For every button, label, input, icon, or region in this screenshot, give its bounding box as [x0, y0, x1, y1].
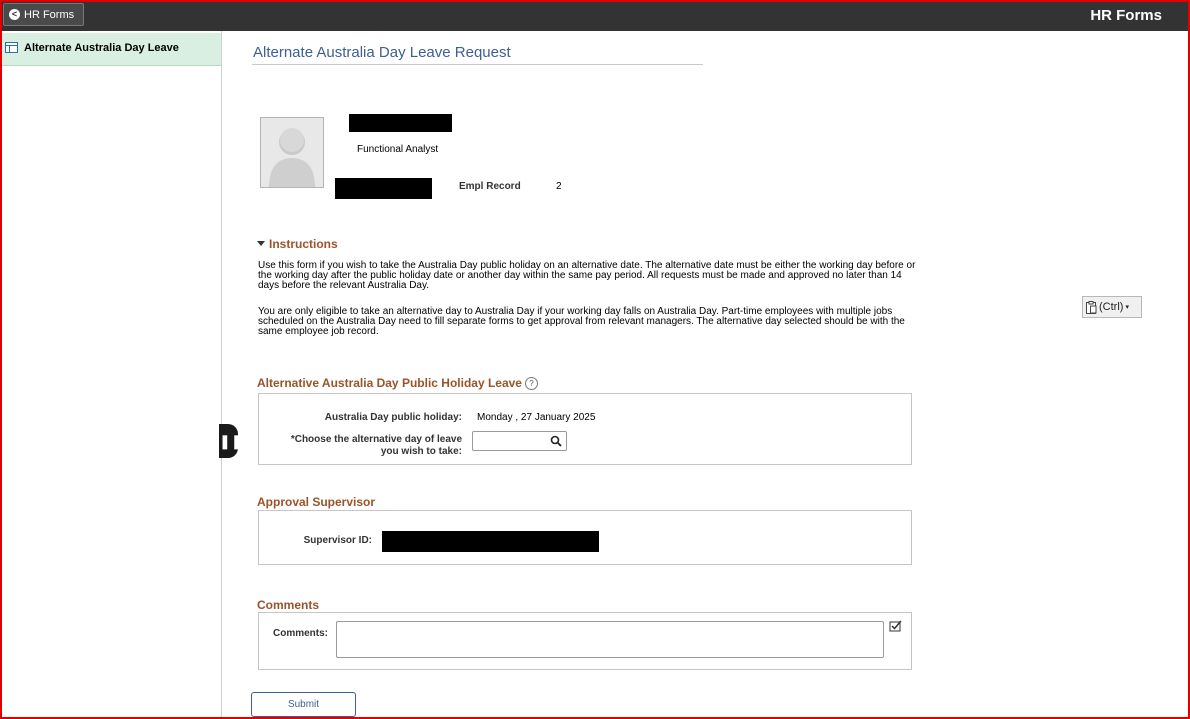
supervisor-id-redacted [382, 531, 599, 552]
triangle-down-icon [257, 241, 265, 247]
comments-header: Comments [257, 598, 320, 612]
alternative-date-input[interactable] [472, 431, 567, 451]
paste-options-label: (Ctrl) [1099, 301, 1124, 313]
leave-section-header: Alternative Australia Day Public Holiday… [257, 376, 538, 391]
back-chevron-icon: < [9, 9, 20, 20]
submit-button[interactable]: Submit [251, 692, 356, 717]
paste-options-button[interactable]: (Ctrl) ▾ [1082, 296, 1142, 318]
instructions-paragraph-1: Use this form if you wish to take the Au… [258, 260, 916, 291]
holiday-label: Australia Day public holiday: [324, 412, 462, 423]
empl-record-label: Empl Record [459, 181, 521, 192]
job-title: Functional Analyst [357, 144, 439, 155]
page-title: Alternate Australia Day Leave Request [253, 44, 511, 61]
empl-record-value: 2 [556, 181, 562, 192]
choose-day-label-line2: you wish to take: [380, 446, 462, 457]
holiday-value: Monday , 27 January 2025 [477, 412, 596, 423]
choose-day-label-line1: *Choose the alternative day of leave [290, 434, 462, 445]
pause-icon[interactable]: ❚❚ [219, 424, 242, 458]
form-icon [5, 42, 18, 53]
title-divider [252, 64, 703, 65]
help-icon[interactable]: ? [524, 377, 538, 391]
employee-name-redacted [349, 114, 452, 132]
supervisor-id-label: Supervisor ID: [303, 535, 372, 546]
spellcheck-icon[interactable] [889, 620, 902, 632]
instructions-paragraph-2: You are only eligible to take an alterna… [258, 306, 905, 337]
employee-id-redacted [335, 178, 432, 199]
leave-header-text: Alternative Australia Day Public Holiday… [257, 376, 522, 390]
clipboard-icon [1086, 300, 1097, 314]
instructions-toggle[interactable]: Instructions [257, 237, 338, 251]
sidebar: Alternate Australia Day Leave [0, 31, 222, 719]
chevron-down-icon: ▾ [1125, 304, 1129, 311]
approval-header: Approval Supervisor [257, 495, 376, 509]
top-bar: < HR Forms HR Forms [0, 0, 1190, 31]
sidebar-item-label: Alternate Australia Day Leave [24, 42, 179, 54]
search-icon[interactable] [550, 435, 562, 447]
app-title: HR Forms [1090, 7, 1162, 24]
comments-textarea[interactable] [336, 621, 884, 658]
sidebar-item-alternate-australia-day-leave[interactable]: Alternate Australia Day Leave [0, 33, 221, 66]
comments-label: Comments: [272, 628, 328, 639]
instructions-header: Instructions [269, 237, 338, 251]
person-silhouette-icon [260, 117, 324, 188]
back-button-label: HR Forms [24, 8, 75, 21]
back-button[interactable]: < HR Forms [3, 3, 84, 26]
